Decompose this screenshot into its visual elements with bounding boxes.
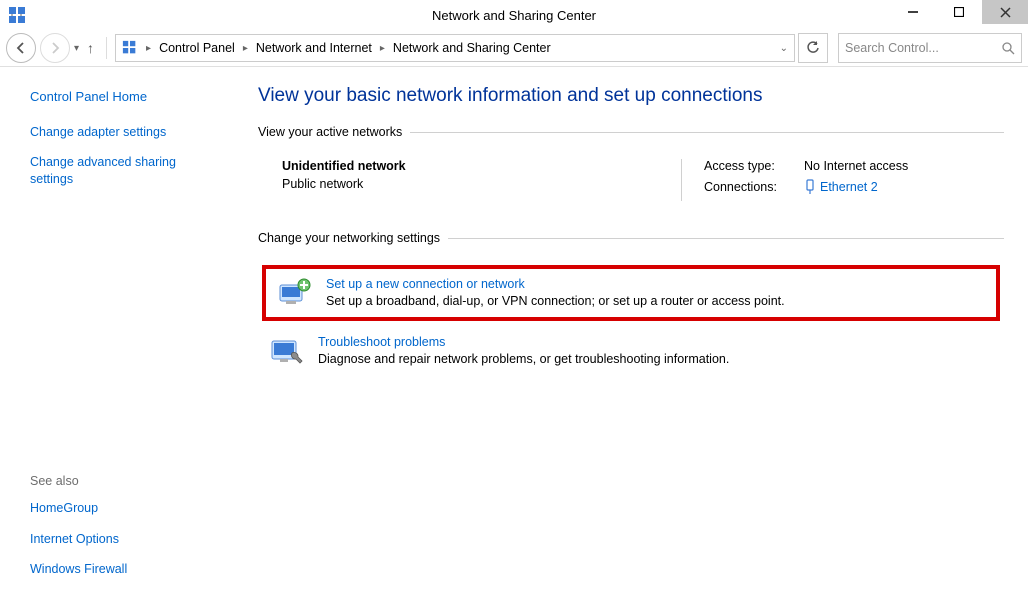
- breadcrumb-item[interactable]: Control Panel: [159, 41, 235, 55]
- ethernet-icon: [804, 179, 816, 195]
- task-troubleshoot[interactable]: Troubleshoot problems Diagnose and repai…: [258, 327, 1004, 375]
- see-also-link[interactable]: Internet Options: [30, 531, 218, 547]
- chevron-right-icon[interactable]: ▸: [146, 43, 151, 54]
- network-details: Access type: No Internet access Connecti…: [681, 159, 1004, 201]
- task-text: Set up a new connection or network Set u…: [326, 277, 785, 308]
- forward-button[interactable]: [40, 33, 70, 63]
- page-title: View your basic network information and …: [258, 85, 1004, 107]
- breadcrumb-item[interactable]: Network and Internet: [256, 41, 372, 55]
- back-button[interactable]: [6, 33, 36, 63]
- main-panel: View your basic network information and …: [234, 67, 1028, 606]
- sidebar-link[interactable]: Change advanced sharing settings: [30, 154, 210, 187]
- setup-connection-icon: [276, 277, 312, 309]
- task-title[interactable]: Troubleshoot problems: [318, 335, 729, 349]
- minimize-button[interactable]: [890, 0, 936, 24]
- connections-label: Connections:: [704, 180, 804, 194]
- divider: [410, 132, 1004, 133]
- task-desc: Set up a broadband, dial-up, or VPN conn…: [326, 294, 785, 308]
- connection-link[interactable]: Ethernet 2: [820, 179, 878, 195]
- system-buttons: [890, 0, 1028, 24]
- nav-bar: ▾ ↑ ▸ Control Panel ▸ Network and Intern…: [0, 30, 1028, 67]
- separator: [106, 37, 107, 59]
- recent-dropdown-icon[interactable]: ▾: [74, 43, 79, 54]
- active-network-row: Unidentified network Public network Acce…: [258, 159, 1004, 201]
- search-icon: [1002, 42, 1015, 55]
- refresh-button[interactable]: [798, 33, 828, 63]
- network-type: Public network: [282, 177, 681, 191]
- section-label: View your active networks: [258, 125, 402, 139]
- access-type-label: Access type:: [704, 159, 804, 173]
- see-also-link[interactable]: HomeGroup: [30, 500, 218, 516]
- see-also-link[interactable]: Windows Firewall: [30, 561, 218, 577]
- section-active-networks: View your active networks: [258, 125, 1004, 139]
- control-panel-home-link[interactable]: Control Panel Home: [30, 89, 218, 104]
- breadcrumb-bar[interactable]: ▸ Control Panel ▸ Network and Internet ▸…: [115, 34, 795, 62]
- task-setup-connection[interactable]: Set up a new connection or network Set u…: [262, 265, 1000, 321]
- section-change-settings: Change your networking settings: [258, 231, 1004, 245]
- app-icon: [8, 6, 26, 24]
- chevron-right-icon[interactable]: ▸: [243, 43, 248, 54]
- task-title[interactable]: Set up a new connection or network: [326, 277, 785, 291]
- maximize-button[interactable]: [936, 0, 982, 24]
- body: Control Panel Home Change adapter settin…: [0, 67, 1028, 606]
- network-name: Unidentified network: [282, 159, 406, 173]
- task-desc: Diagnose and repair network problems, or…: [318, 352, 729, 366]
- divider: [448, 238, 1004, 239]
- search-placeholder: Search Control...: [845, 41, 939, 55]
- title-bar: Network and Sharing Center: [0, 0, 1028, 30]
- network-identity: Unidentified network Public network: [282, 159, 681, 201]
- chevron-right-icon[interactable]: ▸: [380, 43, 385, 54]
- sidebar: Control Panel Home Change adapter settin…: [0, 67, 234, 606]
- breadcrumb-item[interactable]: Network and Sharing Center: [393, 41, 551, 55]
- search-input[interactable]: Search Control...: [838, 33, 1022, 63]
- breadcrumb-icon: [122, 40, 138, 56]
- access-type-value: No Internet access: [804, 159, 908, 173]
- up-button[interactable]: ↑: [83, 40, 98, 56]
- troubleshoot-icon: [268, 335, 304, 367]
- breadcrumb-dropdown-icon[interactable]: ⌄: [774, 43, 794, 54]
- see-also-label: See also: [30, 474, 218, 488]
- sidebar-link[interactable]: Change adapter settings: [30, 124, 218, 140]
- window-title: Network and Sharing Center: [0, 8, 1028, 23]
- section-label: Change your networking settings: [258, 231, 440, 245]
- task-text: Troubleshoot problems Diagnose and repai…: [318, 335, 729, 366]
- close-button[interactable]: [982, 0, 1028, 24]
- window: Network and Sharing Center ▾ ↑: [0, 0, 1028, 606]
